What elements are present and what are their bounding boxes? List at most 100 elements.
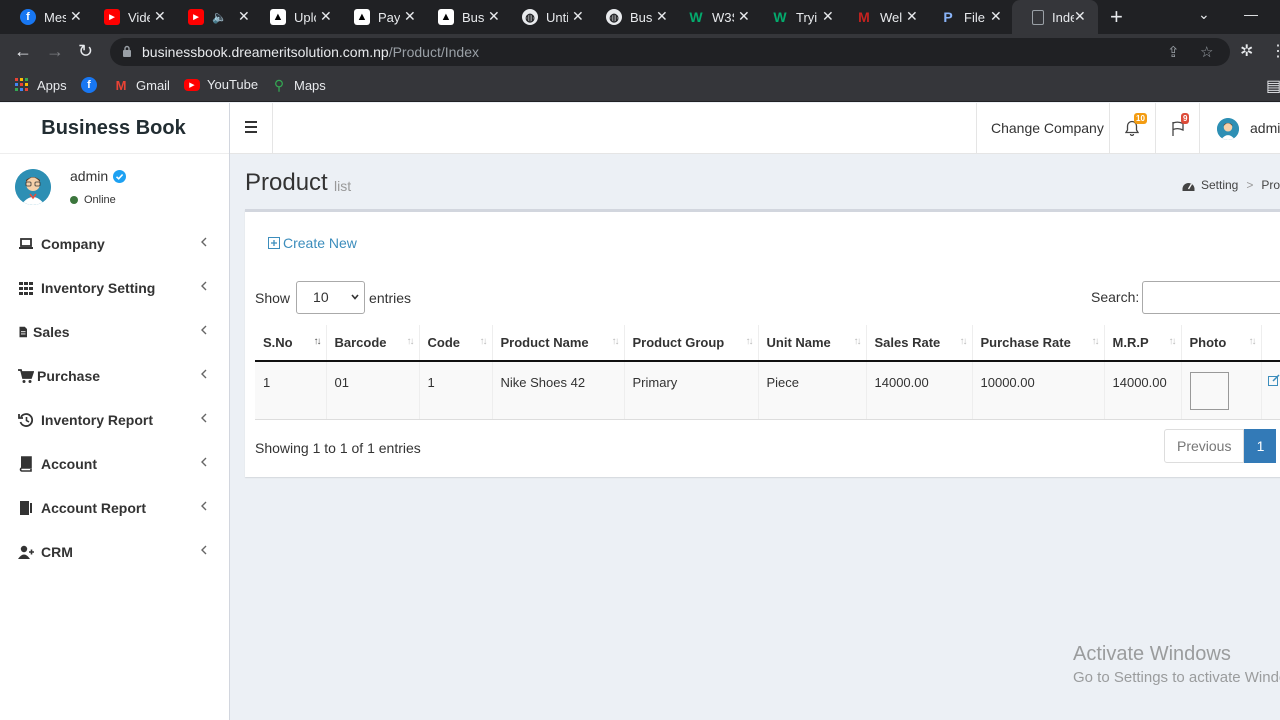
chevron-left-icon — [201, 457, 207, 467]
browser-tab[interactable]: W Tryi ✕ — [752, 0, 835, 34]
brand-logo[interactable]: Business Book — [0, 103, 229, 154]
globe-icon: ◍ — [606, 9, 622, 25]
bookmark-facebook[interactable]: f — [81, 77, 104, 93]
navbar-divider — [1155, 103, 1156, 154]
browser-tab[interactable]: ▶ Vide ✕ — [84, 0, 167, 34]
notification-count-badge: 10 — [1134, 113, 1147, 124]
edit-icon[interactable] — [1267, 374, 1280, 386]
sidebar-item-crm[interactable]: CRM — [0, 530, 229, 574]
browser-tab[interactable]: W W3S ✕ — [668, 0, 751, 34]
browser-tab[interactable]: ◍ Unti ✕ — [502, 0, 585, 34]
reading-list-icon[interactable]: ▤ — [1266, 76, 1280, 96]
extensions-icon[interactable]: ✲ — [1240, 41, 1253, 61]
column-header-barcode[interactable]: Barcode ↑↓ — [326, 325, 420, 362]
user-avatar-icon — [15, 169, 51, 205]
share-icon[interactable]: ⇪ — [1167, 43, 1180, 61]
book-report-icon — [20, 501, 32, 515]
sidebar-item-account-report[interactable]: Account Report — [0, 486, 229, 530]
cell-actions — [1261, 361, 1280, 420]
column-header-photo[interactable]: Photo ↑↓ — [1181, 325, 1262, 362]
close-icon[interactable]: ✕ — [320, 8, 332, 25]
omnibox[interactable]: businessbook.dreameritsolution.com.np/Pr… — [110, 38, 1230, 66]
sort-icon: ↑↓ — [479, 336, 488, 347]
browser-tab[interactable]: M Wel ✕ — [836, 0, 919, 34]
bookmark-gmail[interactable]: M Gmail — [113, 77, 170, 93]
browser-tab[interactable]: ◍ Busi ✕ — [586, 0, 669, 34]
back-icon[interactable]: ← — [14, 41, 32, 61]
forward-icon[interactable]: → — [46, 41, 64, 61]
browser-tab[interactable]: ▲ Uplo ✕ — [250, 0, 333, 34]
create-new-button[interactable]: Create New — [268, 235, 357, 251]
close-icon[interactable]: ✕ — [822, 8, 834, 25]
cell-product-group: Primary — [624, 361, 759, 420]
flag-count-badge: 9 — [1181, 113, 1190, 124]
column-header-sales-rate[interactable]: Sales Rate ↑↓ — [866, 325, 973, 362]
product-list-box: Create New Show 10 entries Search: S.No ↑… — [245, 209, 1280, 477]
close-icon[interactable]: ✕ — [238, 8, 250, 25]
laptop-icon — [19, 238, 33, 249]
browser-tab-strip: f Mes ✕ ▶ Vide ✕ ▶ 🔈 ✕ ▲ Uplo ✕ ▲ Pay ✕ … — [0, 0, 1280, 34]
bookmark-star-icon[interactable]: ☆ — [1200, 43, 1213, 61]
column-header-product-group[interactable]: Product Group ↑↓ — [624, 325, 759, 362]
sidebar-item-inventory-setting[interactable]: Inventory Setting — [0, 266, 229, 310]
w3schools-icon: W — [689, 9, 703, 25]
sort-icon: ↑↓ — [1248, 336, 1257, 347]
search-input[interactable] — [1142, 281, 1280, 314]
browser-tab[interactable]: P File ✕ — [920, 0, 1003, 34]
paypal-icon: P — [943, 9, 953, 25]
product-photo-placeholder — [1189, 372, 1229, 410]
plus-square-icon — [268, 237, 280, 249]
address-bar-row: ← → ↻ businessbook.dreameritsolution.com… — [0, 34, 1280, 70]
breadcrumb-item[interactable]: Setting — [1201, 178, 1238, 192]
close-icon[interactable]: ✕ — [154, 8, 166, 25]
sidebar-item-company[interactable]: Company — [0, 222, 229, 266]
user-plus-icon — [18, 545, 34, 559]
page-title: Product — [245, 169, 328, 196]
column-header-mrp[interactable]: M.R.P ↑↓ — [1104, 325, 1182, 362]
close-icon[interactable]: ✕ — [488, 8, 500, 25]
close-icon[interactable]: ✕ — [990, 8, 1002, 25]
sidebar-item-purchase[interactable]: Purchase — [0, 354, 229, 398]
close-icon[interactable]: ✕ — [572, 8, 584, 25]
close-icon[interactable]: ✕ — [656, 8, 668, 25]
previous-page-button[interactable]: Previous — [1164, 429, 1245, 463]
column-header-purchase-rate[interactable]: Purchase Rate ↑↓ — [972, 325, 1105, 362]
close-icon[interactable]: ✕ — [1074, 8, 1086, 25]
tab-search-icon[interactable]: ⌄ — [1198, 6, 1210, 23]
column-header-product-name[interactable]: Product Name ↑↓ — [492, 325, 625, 362]
browser-tab[interactable]: ▲ Busi ✕ — [418, 0, 501, 34]
bookmark-maps[interactable]: ⚲ Maps — [271, 77, 326, 93]
browser-tab-active[interactable]: Inde ✕ — [1012, 0, 1098, 34]
sidebar-item-inventory-report[interactable]: Inventory Report — [0, 398, 229, 442]
sidebar-item-account[interactable]: Account — [0, 442, 229, 486]
url-text: businessbook.dreameritsolution.com.np/Pr… — [142, 44, 479, 60]
close-icon[interactable]: ✕ — [906, 8, 918, 25]
close-icon[interactable]: ✕ — [404, 8, 416, 25]
sidebar-item-sales[interactable]: Sales — [0, 310, 229, 354]
reload-icon[interactable]: ↻ — [78, 41, 93, 61]
bookmark-youtube[interactable]: ▶ YouTube — [184, 77, 258, 92]
browser-tab[interactable]: ▲ Pay ✕ — [334, 0, 417, 34]
navbar-username[interactable]: admin — [1250, 120, 1280, 136]
change-company-link[interactable]: Change Company — [991, 120, 1104, 136]
column-header-sno[interactable]: S.No ↑↓ — [255, 325, 327, 362]
th-icon — [19, 282, 33, 295]
user-status: Online — [70, 194, 116, 206]
speaker-icon[interactable]: 🔈 — [212, 10, 234, 24]
browser-tab[interactable]: ▶ 🔈 ✕ — [168, 0, 251, 34]
page-1-button[interactable]: 1 — [1244, 429, 1277, 463]
hamburger-menu-icon[interactable] — [245, 121, 257, 133]
column-header-code[interactable]: Code ↑↓ — [419, 325, 493, 362]
close-icon[interactable]: ✕ — [70, 8, 82, 25]
user-name: admin — [70, 168, 127, 184]
avatar[interactable] — [1217, 118, 1239, 140]
column-header-unit-name[interactable]: Unit Name ↑↓ — [758, 325, 867, 362]
entries-select[interactable]: 10 — [296, 281, 366, 314]
new-tab-button[interactable]: + — [1110, 6, 1123, 28]
bookmark-apps[interactable]: Apps — [14, 77, 67, 93]
browser-tab[interactable]: f Mes ✕ — [0, 0, 83, 34]
facebook-icon: f — [20, 9, 36, 25]
menu-icon[interactable]: ⋮ — [1270, 41, 1280, 61]
minimize-icon[interactable]: — — [1244, 6, 1258, 22]
close-icon[interactable]: ✕ — [738, 8, 750, 25]
